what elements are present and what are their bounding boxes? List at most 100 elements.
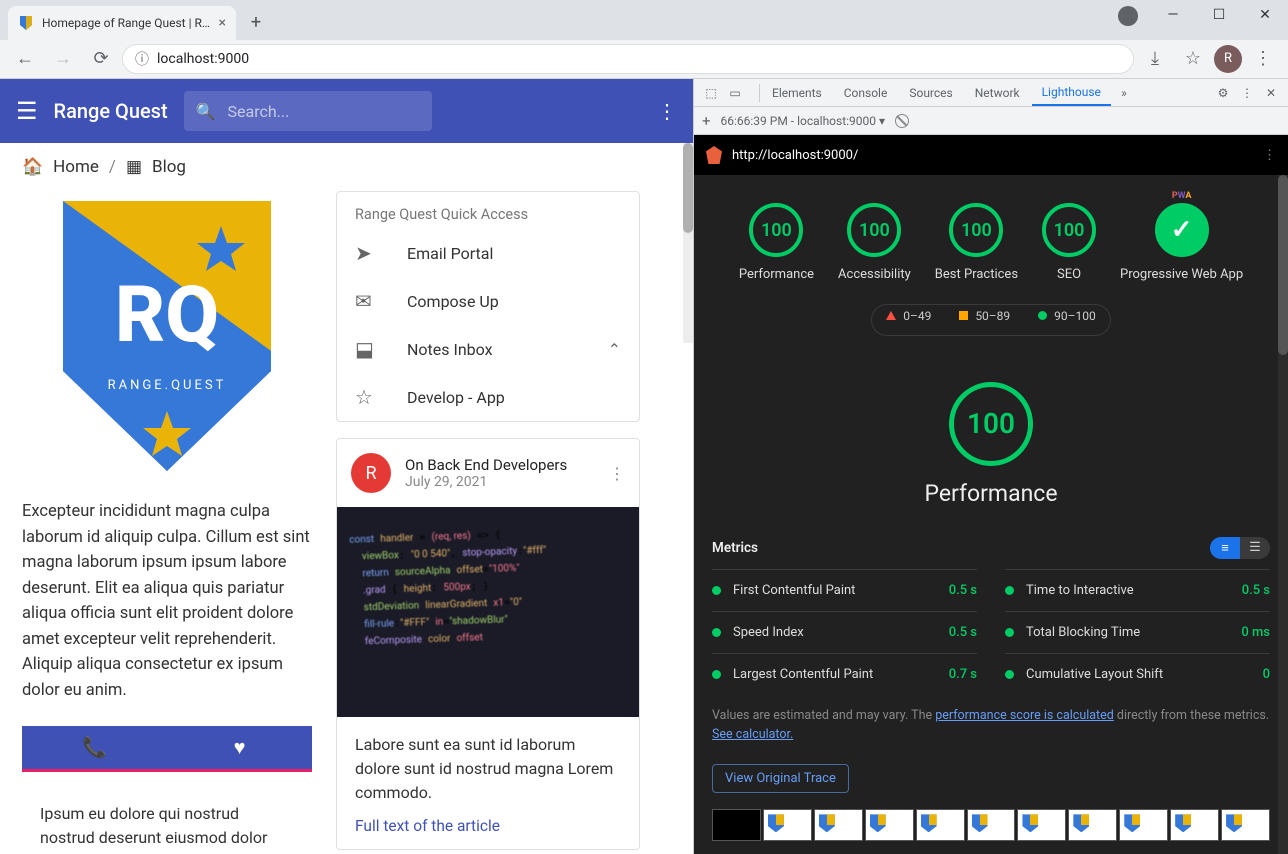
qa-item-notes[interactable]: ⬓ Notes Inbox ⌃ [337,325,639,373]
report-header: http://localhost:9000/ ⋮ [694,135,1288,175]
film-frame[interactable] [916,809,965,841]
tab-console[interactable]: Console [834,79,898,106]
maximize-button[interactable]: ☐ [1196,0,1242,30]
nav-bar: ← → ⟳ ⓘ localhost:9000 ⤓ ☆ R ⋮ [0,40,1288,79]
phone-button[interactable]: 📞 [22,726,167,772]
search-input[interactable]: 🔍 Search... [184,91,432,131]
clear-icon[interactable] [895,114,909,128]
tab-elements[interactable]: Elements [762,79,832,106]
film-frame[interactable] [1221,809,1270,841]
devtools-menu-icon[interactable]: ⋮ [1236,86,1258,100]
circle-icon [1038,311,1047,320]
browser-menu-icon[interactable]: ⋮ [1246,42,1280,76]
reload-button[interactable]: ⟳ [84,42,118,76]
gauge-best-practices[interactable]: 100 Best Practices [935,203,1018,284]
info-icon: ⓘ [135,49,149,69]
film-frame[interactable] [712,809,761,841]
profile-indicator-icon [1118,6,1138,26]
tab-strip: Homepage of Range Quest | Ran × + — ☐ ✕ [0,0,1288,40]
gauge-seo[interactable]: 100 SEO [1042,203,1096,284]
gauge-accessibility[interactable]: 100 Accessibility [838,203,911,284]
qa-item-compose[interactable]: ✉ Compose Up [337,277,639,325]
article-excerpt: Labore sunt ea sunt id laborum dolore su… [337,717,639,813]
breadcrumb: 🏠 Home / ▦ Blog [0,143,693,191]
qa-item-email[interactable]: ➤ Email Portal [337,229,639,277]
gauge-pwa[interactable]: PWA Progressive Web App [1120,203,1243,284]
metric-lcp[interactable]: Largest Contentful Paint0.7 s [712,653,977,695]
film-frame[interactable] [814,809,863,841]
article-title: On Back End Developers [405,456,567,474]
devtools-panel: ⬚ ▭ Elements Console Sources Network Lig… [693,79,1288,854]
film-frame[interactable] [763,809,812,841]
app-title: Range Quest [54,99,168,123]
forward-button[interactable]: → [46,42,80,76]
quick-access-title: Range Quest Quick Access [337,192,639,229]
dropdown-icon: ▾ [879,114,885,128]
report-scrollbar[interactable] [1278,175,1288,854]
film-frame[interactable] [1068,809,1117,841]
article-read-more-link[interactable]: Full text of the article [337,813,639,849]
close-window-button[interactable]: ✕ [1242,0,1288,30]
report-url: http://localhost:9000/ [732,148,1253,163]
app-header: ☰ Range Quest 🔍 Search... ⋮ [0,79,693,143]
qa-subitem-develop[interactable]: ☆ Develop - App [337,373,639,421]
gear-icon[interactable]: ⚙ [1212,86,1234,100]
app-menu-icon[interactable]: ⋮ [657,99,677,123]
intro-paragraph: Excepteur incididunt magna culpa laborum… [22,499,312,704]
new-report-button[interactable]: + [702,112,711,130]
metric-cls[interactable]: Cumulative Layout Shift0 [1005,653,1270,695]
toggle-expanded-icon[interactable]: ≡ [1210,537,1240,559]
lighthouse-toolbar: + 66:66:39 PM - localhost:9000 ▾ [694,107,1288,135]
bookmark-icon[interactable]: ☆ [1176,42,1210,76]
close-icon[interactable]: × [219,15,226,31]
tab-lighthouse[interactable]: Lighthouse [1032,79,1111,106]
metric-tbt[interactable]: Total Blocking Time0 ms [1005,611,1270,653]
article-avatar: R [351,453,391,493]
minimize-button[interactable]: — [1150,0,1196,30]
report-menu-icon[interactable]: ⋮ [1263,148,1276,163]
performance-heading: Performance [924,480,1057,507]
metrics-note: Values are estimated and may vary. The p… [694,695,1288,757]
home-icon: 🏠 [22,157,43,177]
hamburger-icon[interactable]: ☰ [16,97,38,125]
breadcrumb-home[interactable]: Home [53,157,99,177]
metric-si[interactable]: Speed Index0.5 s [712,611,977,653]
report-selector[interactable]: 66:66:39 PM - localhost:9000 ▾ [721,114,886,128]
device-toggle-icon[interactable]: ▭ [724,86,746,100]
metric-fcp[interactable]: First Contentful Paint0.5 s [712,569,977,611]
film-frame[interactable] [1017,809,1066,841]
toggle-compact-icon[interactable]: ☰ [1240,537,1270,559]
more-tabs-icon[interactable]: » [1113,86,1135,100]
new-tab-button[interactable]: + [242,9,270,37]
address-bar[interactable]: ⓘ localhost:9000 [122,44,1134,74]
article-hero-image: const handler = (req, res) => { viewBox:… [337,507,639,717]
film-frame[interactable] [865,809,914,841]
app-scrollbar[interactable] [683,143,693,343]
quick-access-card: Range Quest Quick Access ➤ Email Portal … [336,191,640,422]
film-frame[interactable] [1119,809,1168,841]
tab-sources[interactable]: Sources [899,79,962,106]
inspect-icon[interactable]: ⬚ [700,86,722,100]
film-frame[interactable] [967,809,1016,841]
chevron-up-icon: ⌃ [608,340,621,359]
profile-avatar[interactable]: R [1214,45,1242,73]
browser-tab[interactable]: Homepage of Range Quest | Ran × [8,6,236,40]
score-calc-link[interactable]: performance score is calculated [935,708,1114,723]
devtools-close-icon[interactable]: ✕ [1260,86,1282,100]
install-icon[interactable]: ⤓ [1138,42,1172,76]
metric-tti[interactable]: Time to Interactive0.5 s [1005,569,1270,611]
favorite-button[interactable]: ♥ [167,726,312,769]
gauge-performance[interactable]: 100 Performance [739,203,814,284]
heart-icon: ♥ [234,735,246,760]
view-toggle[interactable]: ≡ ☰ [1210,537,1270,559]
send-icon: ➤ [355,241,379,265]
article-menu-icon[interactable]: ⋮ [609,464,625,483]
film-frame[interactable] [1170,809,1219,841]
metrics-grid: First Contentful Paint0.5 s Time to Inte… [694,569,1288,695]
calculator-link[interactable]: See calculator. [712,727,793,742]
back-button[interactable]: ← [8,42,42,76]
drafts-icon: ✉ [355,289,379,313]
breadcrumb-blog[interactable]: Blog [152,157,186,177]
tab-network[interactable]: Network [965,79,1030,106]
view-trace-button[interactable]: View Original Trace [712,764,849,793]
